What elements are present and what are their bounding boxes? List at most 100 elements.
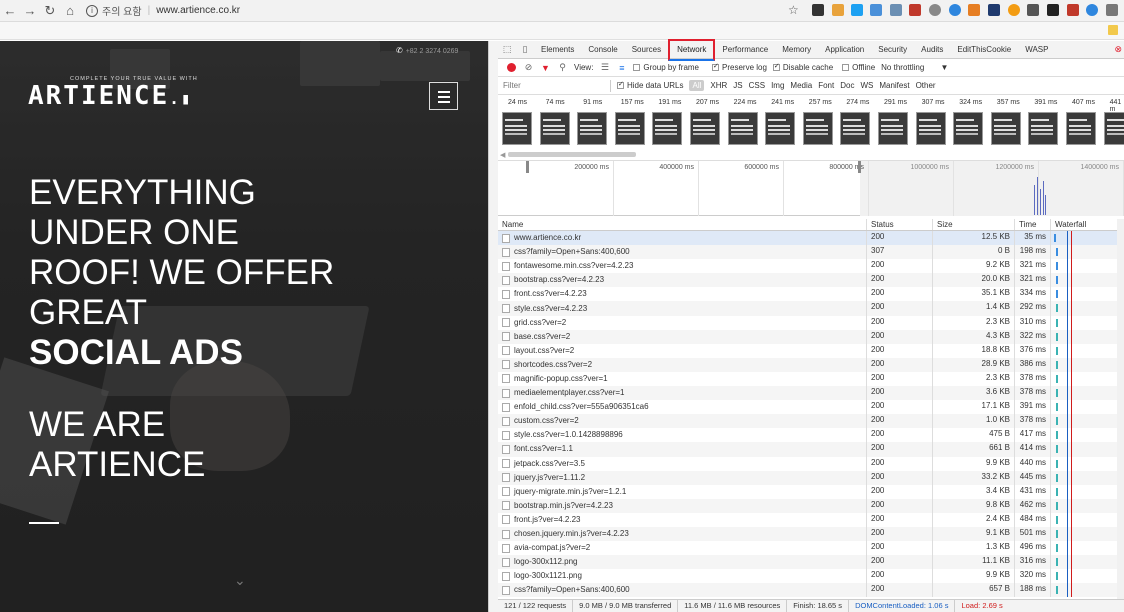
extension-icon[interactable] (988, 4, 1000, 16)
request-name-cell[interactable]: style.css?ver=4.2.23 (498, 301, 867, 316)
request-name-cell[interactable]: bootstrap.css?ver=4.2.23 (498, 273, 867, 288)
request-name-cell[interactable]: css?family=Open+Sans:400,600 (498, 583, 867, 598)
table-row[interactable]: bootstrap.css?ver=4.2.23 200 20.0 KB 321 ms (498, 273, 1124, 288)
filmstrip-thumbnail[interactable] (802, 112, 833, 145)
request-name-cell[interactable]: logo-300x112.png (498, 555, 867, 570)
filter-type-js[interactable]: JS (733, 81, 742, 90)
tab-audits[interactable]: Audits (914, 41, 950, 59)
filmstrip-thumbnail[interactable] (727, 112, 758, 145)
column-status[interactable]: Status (867, 219, 933, 230)
error-count-icon[interactable]: ⊗ (1114, 44, 1122, 55)
table-row[interactable]: enfold_child.css?ver=555a906351ca6 200 17.… (498, 400, 1124, 415)
twitter-extension-icon[interactable] (851, 4, 863, 16)
header-phone[interactable]: ✆ +82 2 3274 0269 (396, 46, 458, 55)
extension-icon[interactable] (890, 4, 902, 16)
filmstrip-thumbnail[interactable] (915, 112, 946, 145)
request-name-cell[interactable]: chosen.jquery.min.js?ver=4.2.23 (498, 526, 867, 542)
request-name-cell[interactable]: front.js?ver=4.2.23 (498, 512, 867, 527)
extension-icon[interactable] (1008, 4, 1020, 16)
table-row[interactable]: css?family=Open+Sans:400,600 307 0 B 198 ms (498, 245, 1124, 260)
column-size[interactable]: Size (933, 219, 1015, 230)
filmstrip-thumbnail[interactable] (953, 112, 984, 145)
extension-icon[interactable] (929, 4, 941, 16)
table-row[interactable]: base.css?ver=2 200 4.3 KB 322 ms (498, 329, 1124, 344)
extension-icon[interactable] (812, 4, 824, 16)
table-row[interactable]: font.css?ver=1.1 200 661 B 414 ms (498, 442, 1124, 457)
table-row[interactable]: avia-compat.js?ver=2 200 1.3 KB 496 ms (498, 541, 1124, 556)
filter-type-css[interactable]: CSS (749, 81, 765, 90)
tab-console[interactable]: Console (581, 41, 624, 59)
filter-icon[interactable]: ▼ (537, 63, 554, 73)
filter-type-media[interactable]: Media (790, 81, 812, 90)
search-icon[interactable]: ⚲ (554, 62, 571, 73)
filmstrip-thumbnail[interactable] (652, 112, 683, 145)
forward-icon[interactable]: → (20, 0, 40, 22)
filmstrip-thumbnail[interactable] (539, 112, 570, 145)
bookmark-star-icon[interactable]: ☆ (788, 3, 799, 17)
request-name-cell[interactable]: mediaelementplayer.css?ver=1 (498, 386, 867, 401)
filter-type-other[interactable]: Other (916, 81, 936, 90)
table-row[interactable]: jquery.js?ver=1.11.2 200 33.2 KB 445 ms (498, 470, 1124, 485)
table-row[interactable]: jetpack.css?ver=3.5 200 9.9 KB 440 ms (498, 456, 1124, 471)
filmstrip-thumbnail[interactable] (765, 112, 796, 145)
request-name-cell[interactable]: font.css?ver=1.1 (498, 442, 867, 457)
filmstrip-thumbnail[interactable] (1103, 112, 1124, 145)
table-row[interactable]: grid.css?ver=2 200 2.3 KB 310 ms (498, 315, 1124, 330)
request-name-cell[interactable]: enfold_child.css?ver=555a906351ca6 (498, 400, 867, 415)
table-row[interactable]: shortcodes.css?ver=2 200 28.9 KB 386 ms (498, 357, 1124, 372)
filmstrip-thumbnail[interactable] (690, 112, 720, 145)
hide-data-urls-checkbox[interactable]: Hide data URLs (617, 80, 683, 90)
inspect-element-icon[interactable]: ⬚ (498, 41, 516, 59)
request-name-cell[interactable]: jquery.js?ver=1.11.2 (498, 470, 867, 485)
camera-extension-icon[interactable] (1106, 4, 1118, 16)
table-row[interactable]: jquery-migrate.min.js?ver=1.2.1 200 3.4 KB… (498, 484, 1124, 499)
tab-memory[interactable]: Memory (775, 41, 818, 59)
table-row[interactable]: style.css?ver=4.2.23 200 1.4 KB 292 ms (498, 301, 1124, 316)
clear-icon[interactable]: ⊘ (520, 62, 537, 73)
disable-cache-checkbox[interactable]: Disable cache (772, 62, 833, 72)
extension-icon[interactable] (909, 4, 921, 16)
request-name-cell[interactable]: bootstrap.min.js?ver=4.2.23 (498, 498, 867, 513)
group-by-frame-checkbox[interactable]: Group by frame (633, 63, 699, 72)
site-logo[interactable]: ARTIENCE.▮ (28, 81, 193, 111)
table-row[interactable]: fontawesome.min.css?ver=4.2.23 200 9.2 KB 3… (498, 259, 1124, 274)
tab-network[interactable]: Network (668, 38, 716, 61)
filter-type-font[interactable]: Font (818, 81, 834, 90)
request-name-cell[interactable]: jetpack.css?ver=3.5 (498, 456, 867, 471)
request-name-cell[interactable]: base.css?ver=2 (498, 329, 867, 344)
request-name-cell[interactable]: style.css?ver=1.0.1428898896 (498, 428, 867, 443)
extension-icon[interactable] (968, 4, 980, 16)
extension-icon[interactable] (1027, 4, 1039, 16)
throttling-select[interactable]: No throttling ▼ (881, 63, 948, 72)
tab-performance[interactable]: Performance (715, 41, 775, 59)
extension-icon[interactable] (1067, 4, 1079, 16)
tab-sources[interactable]: Sources (625, 41, 668, 59)
filter-type-xhr[interactable]: XHR (710, 81, 727, 90)
request-name-cell[interactable]: www.artience.co.kr (498, 231, 867, 246)
filmstrip-thumbnail[interactable] (502, 112, 532, 145)
request-name-cell[interactable]: jquery-migrate.min.js?ver=1.2.1 (498, 484, 867, 499)
preserve-log-checkbox[interactable]: Preserve log (712, 62, 767, 72)
folder-icon[interactable] (1108, 25, 1118, 35)
reload-icon[interactable]: ↻ (40, 0, 60, 22)
request-name-cell[interactable]: layout.css?ver=2 (498, 343, 867, 358)
devtools-splitter[interactable] (488, 41, 498, 612)
address-bar[interactable]: i 주의 요함 | www.artience.co.kr (86, 1, 786, 21)
filter-type-all[interactable]: All (689, 80, 705, 91)
scroll-down-chevron-icon[interactable]: ⌄ (234, 572, 246, 589)
tab-application[interactable]: Application (818, 41, 871, 59)
waterfall-view-icon[interactable]: ≡ (613, 63, 630, 73)
back-icon[interactable]: ← (0, 0, 20, 22)
filter-type-img[interactable]: Img (771, 81, 784, 90)
extension-icon[interactable] (870, 4, 882, 16)
request-name-cell[interactable]: magnific-popup.css?ver=1 (498, 371, 867, 387)
extension-icon[interactable] (1047, 4, 1059, 16)
column-waterfall[interactable]: Waterfall (1051, 219, 1124, 230)
table-row[interactable]: logo-300x1121.png 200 9.9 KB 320 ms (498, 569, 1124, 584)
filmstrip-thumbnail[interactable] (614, 112, 645, 145)
filmstrip-thumbnail[interactable] (990, 112, 1021, 145)
power-extension-icon[interactable] (1086, 4, 1098, 16)
filter-type-ws[interactable]: WS (860, 81, 873, 90)
table-row[interactable]: magnific-popup.css?ver=1 200 2.3 KB 378 ms (498, 371, 1124, 387)
filmstrip-thumbnail[interactable] (577, 112, 608, 145)
